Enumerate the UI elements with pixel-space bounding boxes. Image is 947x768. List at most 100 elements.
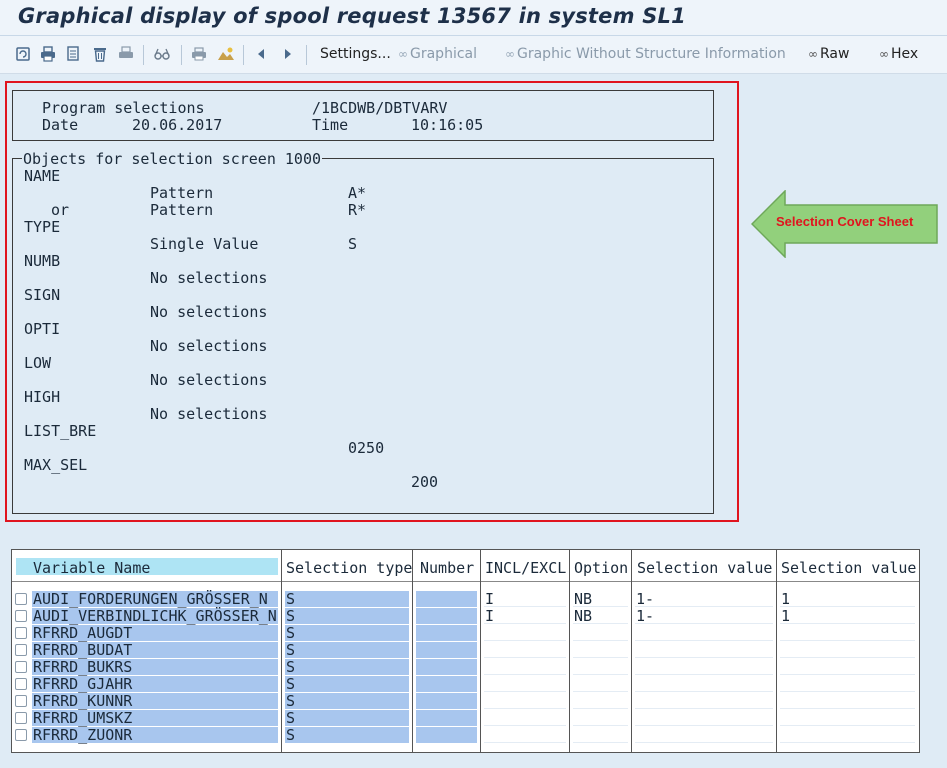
- row-checkbox[interactable]: [15, 678, 27, 690]
- cell-variable-name[interactable]: AUDI_VERBINDLICHK_GRÖSSER_N: [33, 607, 277, 625]
- selection-value: 200: [411, 473, 439, 491]
- row-checkbox[interactable]: [15, 695, 27, 707]
- table-row[interactable]: AUDI_FORDERUNGEN_GRÖSSER_N S I NB 1- 1: [12, 590, 919, 608]
- cell-selection-value-high[interactable]: 1: [781, 590, 790, 608]
- window-title: Graphical display of spool request 13567…: [18, 4, 686, 28]
- header-selection-type[interactable]: Selection type: [286, 559, 412, 577]
- delete-icon[interactable]: [91, 45, 109, 63]
- cell-divider: [780, 742, 915, 743]
- settings-button[interactable]: Settings...: [320, 46, 391, 62]
- cell-selection-type[interactable]: S: [286, 590, 295, 608]
- cell-divider: [484, 742, 566, 743]
- print-settings-icon[interactable]: [117, 45, 135, 63]
- graphical-button[interactable]: ∞ Graphical: [398, 46, 477, 62]
- cell-selection-type[interactable]: S: [286, 607, 295, 625]
- table-row[interactable]: RFRRD_BUDAT S: [12, 641, 919, 659]
- cell-divider: [484, 623, 566, 624]
- cell-divider: [635, 674, 773, 675]
- table-row[interactable]: RFRRD_KUNNR S: [12, 692, 919, 710]
- field-low: LOW: [24, 354, 52, 372]
- cell-highlight: [285, 676, 409, 692]
- cell-selection-value-high[interactable]: 1: [781, 607, 790, 625]
- cell-selection-type[interactable]: S: [286, 675, 295, 693]
- header-incl-excl[interactable]: INCL/EXCL: [485, 559, 566, 577]
- print-preview-icon[interactable]: [64, 45, 82, 63]
- graphic-without-structure-button[interactable]: ∞ Graphic Without Structure Information: [505, 46, 786, 62]
- next-icon[interactable]: [279, 45, 297, 63]
- table-row[interactable]: RFRRD_ZUONR S: [12, 726, 919, 744]
- cell-divider: [780, 623, 915, 624]
- glasses-icon: ∞: [398, 47, 408, 61]
- header-variable-name[interactable]: Variable Name: [33, 559, 150, 577]
- cell-divider: [780, 606, 915, 607]
- row-checkbox[interactable]: [15, 593, 27, 605]
- header-selection-value-low[interactable]: Selection value: [637, 559, 772, 577]
- cell-divider: [635, 691, 773, 692]
- row-checkbox[interactable]: [15, 712, 27, 724]
- cell-option[interactable]: NB: [574, 590, 592, 608]
- field-type: TYPE: [24, 218, 61, 236]
- cell-variable-name[interactable]: RFRRD_GJAHR: [33, 675, 132, 693]
- image-icon[interactable]: [217, 45, 235, 63]
- cell-highlight: [416, 608, 477, 624]
- cell-highlight: [285, 710, 409, 726]
- cell-option[interactable]: NB: [574, 607, 592, 625]
- cell-variable-name[interactable]: RFRRD_BUKRS: [33, 658, 132, 676]
- cell-variable-name[interactable]: RFRRD_UMSKZ: [33, 709, 132, 727]
- cell-divider: [573, 725, 628, 726]
- cell-divider: [484, 708, 566, 709]
- refresh-icon[interactable]: [14, 45, 32, 63]
- header-selection-value-high[interactable]: Selection value: [781, 559, 916, 577]
- cell-selection-type[interactable]: S: [286, 709, 295, 727]
- cell-divider: [635, 657, 773, 658]
- cell-incl-excl[interactable]: I: [485, 607, 494, 625]
- row-checkbox[interactable]: [15, 729, 27, 741]
- row-checkbox[interactable]: [15, 627, 27, 639]
- cell-incl-excl[interactable]: I: [485, 590, 494, 608]
- cell-divider: [635, 725, 773, 726]
- table-row[interactable]: RFRRD_AUGDT S: [12, 624, 919, 642]
- cell-divider: [635, 640, 773, 641]
- cell-variable-name[interactable]: AUDI_FORDERUNGEN_GRÖSSER_N: [33, 590, 268, 608]
- table-row[interactable]: RFRRD_GJAHR S: [12, 675, 919, 693]
- header-number[interactable]: Number: [420, 559, 474, 577]
- row-checkbox[interactable]: [15, 644, 27, 656]
- selection-value: 0250: [348, 439, 385, 457]
- table-row[interactable]: AUDI_VERBINDLICHK_GRÖSSER_N S I NB 1- 1: [12, 607, 919, 625]
- print-icon[interactable]: [39, 45, 57, 63]
- cell-selection-type[interactable]: S: [286, 726, 295, 744]
- callout-label: Selection Cover Sheet: [776, 214, 914, 229]
- row-checkbox[interactable]: [15, 610, 27, 622]
- hex-button[interactable]: ∞ Hex: [879, 46, 918, 62]
- printer-icon[interactable]: [190, 45, 208, 63]
- cell-divider: [573, 742, 628, 743]
- table-row[interactable]: RFRRD_BUKRS S: [12, 658, 919, 676]
- row-checkbox[interactable]: [15, 661, 27, 673]
- program-value: /1BCDWB/DBTVARV: [312, 99, 448, 117]
- cell-selection-value-low[interactable]: 1-: [636, 590, 654, 608]
- glasses-icon[interactable]: [153, 45, 171, 63]
- cell-highlight: [285, 625, 409, 641]
- header-option[interactable]: Option: [574, 559, 628, 577]
- field-max-sel: MAX_SEL: [24, 456, 88, 474]
- cell-selection-value-low[interactable]: 1-: [636, 607, 654, 625]
- toolbar: Settings... ∞ Graphical ∞ Graphic Withou…: [0, 36, 947, 74]
- graphical-label: Graphical: [410, 46, 477, 62]
- cell-divider: [573, 708, 628, 709]
- table-row[interactable]: RFRRD_UMSKZ S: [12, 709, 919, 727]
- previous-icon[interactable]: [252, 45, 270, 63]
- cell-variable-name[interactable]: RFRRD_ZUONR: [33, 726, 132, 744]
- cell-highlight: [416, 659, 477, 675]
- cell-selection-type[interactable]: S: [286, 658, 295, 676]
- cell-selection-type[interactable]: S: [286, 692, 295, 710]
- selection-value: S: [348, 235, 358, 253]
- cell-selection-type[interactable]: S: [286, 624, 295, 642]
- cell-variable-name[interactable]: RFRRD_KUNNR: [33, 692, 132, 710]
- glasses-icon: ∞: [505, 47, 515, 61]
- cell-variable-name[interactable]: RFRRD_BUDAT: [33, 641, 132, 659]
- cell-selection-type[interactable]: S: [286, 641, 295, 659]
- raw-button[interactable]: ∞ Raw: [808, 46, 849, 62]
- selection-kind: No selections: [150, 405, 268, 423]
- cell-divider: [780, 640, 915, 641]
- cell-variable-name[interactable]: RFRRD_AUGDT: [33, 624, 132, 642]
